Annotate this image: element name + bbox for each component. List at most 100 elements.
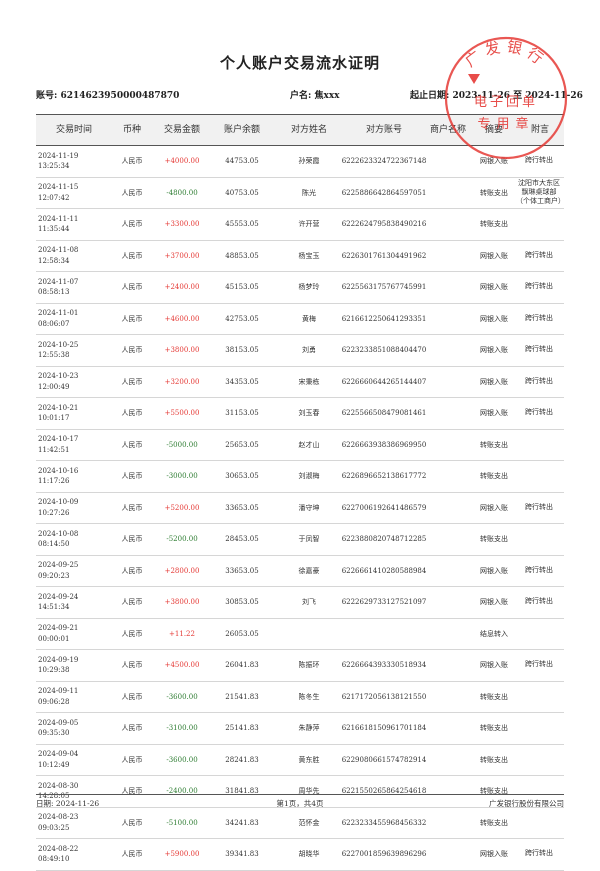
cell-counterparty-account: 6227006192641486579 [341,503,427,512]
cell-summary: 网银入账 [480,598,508,606]
cell-balance: 21541.83 [225,692,259,701]
cell-amount: -3000.00 [166,472,198,480]
cell-merchant [430,241,470,271]
cell-currency: 人民币 [121,629,143,638]
cell-merchant [430,556,470,586]
cell-merchant [430,650,470,680]
cell-note [516,682,562,712]
cell-note: 跨行转出 [525,156,553,165]
cell-merchant [430,209,470,239]
cell-currency: 人民币 [121,440,143,449]
cell-merchant [430,178,470,208]
cell-merchant [430,430,470,460]
cell-currency: 人民币 [121,188,143,197]
table-row: 2024-09-21 00:00:01 人民币 +11.22 26053.05 结息转入 [36,619,564,650]
cell-counterparty-account: 6216618150961701184 [341,724,427,732]
cell-merchant [430,146,470,176]
header-summary: 摘要 [484,125,503,135]
cell-time: 2024-10-23 12:00:49 [38,372,79,391]
cell-amount: +3700.00 [164,251,200,260]
cell-counterparty-account: 6222623324722367148 [341,157,427,165]
cell-note: 沈阳市大东区飘琳桌球部（个体工商户） [516,178,565,206]
cell-currency: 人民币 [121,598,143,606]
table-row: 2024-10-08 08:14:50 人民币 -5200.00 28453.05 于凤… [36,524,564,556]
table-row: 2024-09-04 10:12:49 人民币 -3600.00 28241.83 黄东… [36,745,564,776]
cell-summary: 转账支出 [480,755,508,764]
cell-summary: 网银入账 [480,251,508,260]
cell-merchant [430,839,470,869]
cell-counterparty-account: 6226896652138617772 [341,472,427,480]
cell-balance: 40753.05 [225,188,259,197]
cell-summary: 转账支出 [480,535,508,543]
cell-note: 跨行转出 [525,565,553,574]
cell-counterparty-name: 许开营 [298,220,320,228]
cell-summary: 网银入账 [480,346,508,354]
cell-counterparty-name: 陈冬生 [298,692,320,701]
cell-summary: 转账支出 [480,692,508,701]
cell-time: 2024-10-21 10:01:17 [38,403,79,423]
cell-time: 2024-11-19 13:25:34 [38,151,79,171]
header-counterparty-account: 对方账号 [365,125,402,135]
table-row: 2024-11-15 12:07:42 人民币 -4800.00 40753.05 陈光… [36,178,565,209]
cell-counterparty-account [334,619,434,649]
table-row: 2024-11-07 08:58:13 人民币 +2400.00 45153.05 杨梦… [36,272,564,304]
cell-amount: -5000.00 [166,440,198,449]
table-row: 2024-09-05 09:35:30 人民币 -3100.00 25141.83 朱静… [36,713,564,745]
cell-currency: 人民币 [121,472,143,480]
cell-counterparty-name: 陈光 [302,188,316,197]
page-footer: 日期: 2024-11-26 第1页，共4页 广发银行股份有限公司 [36,794,564,809]
table-row: 2024-11-01 08:06:07 人民币 +4600.00 42753.05 黄梅… [36,304,564,335]
cell-merchant [430,304,470,334]
cell-summary: 结息转入 [480,629,508,638]
table-row: 2024-10-21 10:01:17 人民币 +5500.00 31153.05 刘玉… [36,398,564,430]
cell-amount: +5200.00 [164,503,200,512]
cell-summary: 网银入账 [480,850,508,858]
cell-amount: +5900.00 [164,850,200,858]
cell-note [516,524,562,554]
cell-note: 跨行转出 [525,313,553,322]
cell-counterparty-name: 刘玉春 [298,409,320,417]
cell-counterparty-name: 陈振环 [298,661,320,669]
cell-counterparty-name: 潘守坤 [298,503,320,512]
statement-page: 个人账户交易流水证明 账号: 6214623950000487870 户名: 焦… [0,0,600,871]
cell-currency: 人民币 [121,692,143,701]
cell-time: 2024-08-22 08:49:10 [38,844,79,864]
cell-counterparty-account: 6225886642864597051 [341,188,427,197]
header-amount: 交易金额 [163,125,200,135]
cell-counterparty-account: 6223880820748712285 [341,535,427,543]
cell-note [516,430,562,460]
cell-balance: 33653.05 [225,503,259,512]
cell-balance: 34241.83 [225,818,259,827]
table-row: 2024-10-17 11:42:51 人民币 -5000.00 25653.05 赵才… [36,430,564,461]
cell-summary: 网银入账 [480,157,508,165]
cell-counterparty-name: 黄梅 [302,314,316,323]
cell-counterparty-account: 6225566508479081461 [341,409,427,417]
cell-counterparty-name: 杨梦玲 [298,283,320,291]
cell-summary: 网银入账 [480,409,508,417]
cell-note [516,808,562,838]
cell-counterparty-name: 黄东胜 [298,755,320,764]
cell-time: 2024-09-05 09:35:30 [38,718,79,738]
cell-balance: 45553.05 [225,220,259,228]
cell-amount: -3600.00 [166,755,198,764]
cell-amount: +2800.00 [164,566,200,575]
cell-time: 2024-10-25 12:55:38 [38,340,79,360]
cell-currency: 人民币 [121,724,143,732]
cell-currency: 人民币 [121,220,143,228]
cell-summary: 转账支出 [480,472,508,480]
cell-amount: -3100.00 [166,724,198,732]
cell-balance: 42753.05 [225,314,259,323]
cell-counterparty-name [282,619,336,649]
cell-summary: 转账支出 [480,220,508,228]
cell-note: 跨行转出 [525,502,553,511]
header-counterparty-name: 对方姓名 [290,125,327,135]
account-holder: 户名: 焦xxx [290,91,340,101]
cell-note [516,209,562,239]
cell-merchant [430,493,470,523]
cell-currency: 人民币 [121,314,143,323]
table-row: 2024-11-19 13:25:34 人民币 +4000.00 44753.05 孙荣… [36,146,564,178]
cell-balance: 25141.83 [225,724,259,732]
document-title: 个人账户交易流水证明 [219,54,380,72]
cell-time: 2024-10-16 11:17:26 [38,466,79,486]
cell-amount: +4000.00 [164,157,200,165]
